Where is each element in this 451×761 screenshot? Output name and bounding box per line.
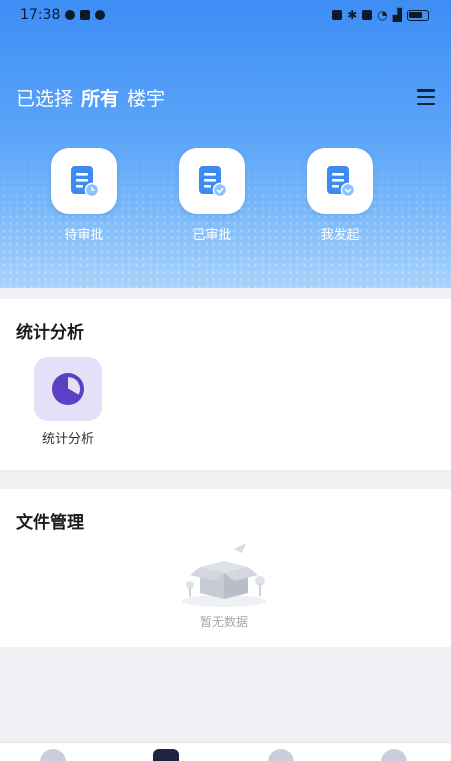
wifi-icon: ◔ bbox=[377, 8, 388, 22]
tab-home-icon[interactable] bbox=[40, 749, 66, 761]
empty-box-icon bbox=[182, 543, 266, 607]
pending-doc-icon bbox=[51, 148, 117, 214]
signal-icon: ▟ bbox=[392, 8, 402, 22]
pie-chart-icon bbox=[52, 373, 84, 405]
quick-action-label: 已审批 bbox=[192, 228, 232, 243]
bluetooth-icon: ✱ bbox=[347, 8, 358, 22]
battery-icon bbox=[407, 9, 429, 21]
tab-workbench-icon[interactable] bbox=[153, 749, 179, 761]
tab-messages-icon[interactable] bbox=[268, 749, 294, 761]
selection-scope: 所有 bbox=[81, 87, 120, 110]
quick-action-label: 我发起 bbox=[320, 228, 360, 243]
approved-doc-icon bbox=[179, 148, 245, 214]
selection-summary: 已选择 所有 楼宇 bbox=[16, 84, 165, 111]
nfc-icon bbox=[332, 10, 343, 20]
status-bar: 17:38 ✱ ◔ ▟ bbox=[0, 0, 451, 30]
quick-action-approved[interactable]: 已审批 bbox=[167, 148, 257, 243]
status-time: 17:38 bbox=[20, 7, 61, 23]
header-banner: 17:38 ✱ ◔ ▟ 已选择 所有 楼宇 待审批 已审批 我发起 bbox=[0, 0, 451, 288]
notification-icon bbox=[80, 10, 91, 20]
quick-action-label: 待审批 bbox=[64, 228, 104, 243]
files-section: 文件管理 暂无数据 bbox=[0, 489, 451, 647]
building-selector[interactable]: 已选择 所有 楼宇 bbox=[16, 82, 435, 112]
menu-icon[interactable] bbox=[417, 89, 435, 105]
message-icon bbox=[65, 10, 76, 20]
bottom-tab-bar bbox=[0, 742, 451, 761]
section-title: 文件管理 bbox=[16, 513, 84, 533]
quick-action-initiated[interactable]: 我发起 bbox=[295, 148, 385, 243]
empty-state: 暂无数据 bbox=[176, 539, 272, 630]
quick-actions: 待审批 已审批 我发起 bbox=[0, 148, 451, 248]
section-title: 统计分析 bbox=[16, 323, 84, 343]
initiated-doc-icon bbox=[307, 148, 373, 214]
selection-prefix: 已选择 bbox=[16, 87, 74, 110]
eye-icon bbox=[95, 10, 106, 20]
stats-section: 统计分析 统计分析 bbox=[0, 299, 451, 470]
quick-action-pending[interactable]: 待审批 bbox=[39, 148, 129, 243]
empty-state-text: 暂无数据 bbox=[199, 615, 248, 629]
vibrate-icon bbox=[362, 10, 373, 20]
stats-analysis-button[interactable] bbox=[34, 357, 102, 421]
tab-profile-icon[interactable] bbox=[381, 749, 407, 761]
selection-suffix: 楼宇 bbox=[127, 87, 166, 110]
stats-item-label: 统计分析 bbox=[41, 432, 94, 447]
